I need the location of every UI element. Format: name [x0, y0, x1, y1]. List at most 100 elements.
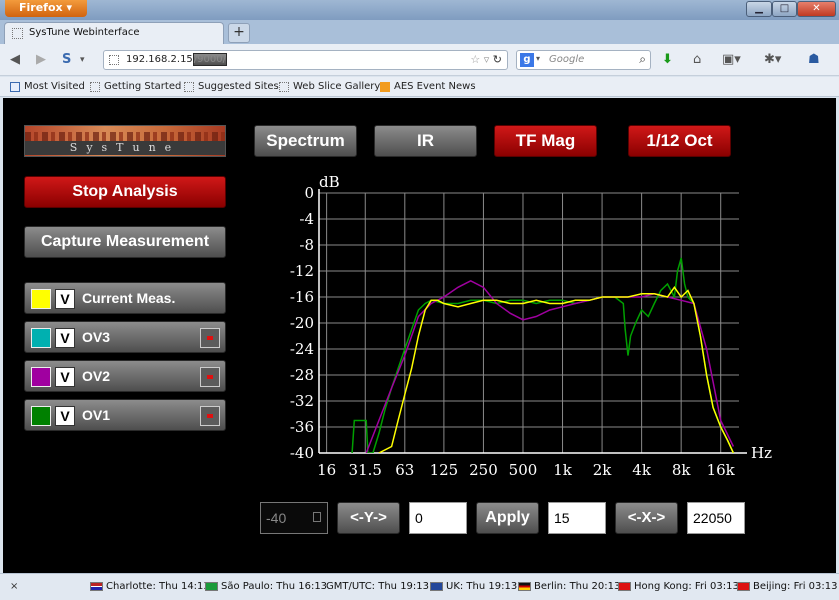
- clock-text: Berlin: Thu 20:13: [534, 581, 621, 592]
- color-swatch[interactable]: [31, 289, 51, 309]
- chevron-down-icon[interactable]: ▾: [536, 54, 540, 63]
- color-swatch[interactable]: [31, 406, 51, 426]
- firefox-menu-label: Firefox: [19, 1, 63, 14]
- bookmark-getting-started[interactable]: Getting Started: [90, 81, 181, 92]
- x-max-input[interactable]: 22050: [687, 502, 745, 534]
- bookmark-label: Getting Started: [104, 81, 182, 92]
- series-line: [351, 257, 735, 453]
- clock-text: Hong Kong: Fri 03:13: [634, 581, 739, 592]
- transfer-function-plot[interactable]: 0 -4 -8 -12 -16 -20 -24 -28 -32 -36 -4016 31.5 63 125…: [275, 173, 795, 493]
- maximize-button[interactable]: □: [772, 1, 797, 17]
- delete-icon: [207, 336, 213, 340]
- color-swatch[interactable]: [31, 367, 51, 387]
- clock-uk: UK: Thu 19:13: [430, 581, 517, 592]
- spectrum-button[interactable]: Spectrum: [254, 125, 357, 157]
- bookmark-aes-event-news[interactable]: AES Event News: [380, 81, 476, 92]
- forward-arrow-icon[interactable]: ▶: [36, 52, 46, 67]
- apply-button[interactable]: Apply: [476, 502, 539, 534]
- tab-strip: SysTune Webinterface +: [0, 20, 839, 44]
- measurement-row-ov1[interactable]: V OV1: [24, 399, 226, 431]
- systune-app: SysTune Spectrum IR TF Mag 1/12 Oct Stop…: [3, 98, 836, 573]
- back-arrow-icon[interactable]: ◀: [10, 52, 20, 67]
- y-tick-label: -16: [290, 288, 314, 306]
- close-window-button[interactable]: ✕: [797, 1, 836, 17]
- y-axis-label: dB: [319, 173, 340, 191]
- page-icon: [109, 55, 119, 65]
- visibility-toggle[interactable]: V: [55, 406, 75, 426]
- octave-smoothing-button[interactable]: 1/12 Oct: [628, 125, 731, 157]
- delete-icon: [207, 375, 213, 379]
- bookmark-suggested-sites[interactable]: Suggested Sites: [184, 81, 279, 92]
- y-tick-label: -20: [290, 314, 314, 332]
- google-icon[interactable]: g: [520, 53, 534, 67]
- tab-systune[interactable]: SysTune Webinterface: [4, 22, 224, 44]
- delete-measurement-button[interactable]: [200, 328, 220, 348]
- measurement-label: OV1: [82, 407, 111, 423]
- title-bar: Firefox ▾ ▁ □ ✕: [0, 0, 839, 20]
- delete-measurement-button[interactable]: [200, 406, 220, 426]
- firefox-menu-button[interactable]: Firefox ▾: [5, 0, 87, 17]
- url-path: /9000/: [192, 53, 227, 66]
- url-host: 192.168.2.15: [126, 54, 193, 65]
- x-axis-label: Hz: [751, 444, 772, 462]
- y-tick-label: -28: [290, 366, 314, 384]
- search-input[interactable]: g ▾ Google ⌕: [516, 50, 651, 70]
- delete-icon: [207, 414, 213, 418]
- tab-title: SysTune Webinterface: [29, 27, 140, 38]
- new-tab-button[interactable]: +: [228, 23, 250, 43]
- bookmark-label: AES Event News: [394, 81, 476, 92]
- chevron-down-icon[interactable]: ▾: [80, 55, 85, 65]
- y-tick-label: -4: [299, 210, 314, 228]
- tf-mag-button[interactable]: TF Mag: [494, 125, 597, 157]
- y-tick-label: -32: [290, 392, 314, 410]
- y-tick-label: -24: [290, 340, 314, 358]
- minimize-button[interactable]: ▁: [746, 1, 772, 17]
- dropdown-icon[interactable]: ▿: [484, 53, 490, 66]
- brazil-flag-icon: [205, 582, 218, 591]
- y-min-input[interactable]: -40: [260, 502, 328, 534]
- color-swatch[interactable]: [31, 328, 51, 348]
- addon-badge-icon[interactable]: ☗: [808, 52, 820, 67]
- search-icon[interactable]: ⌕: [639, 52, 646, 67]
- visibility-toggle[interactable]: V: [55, 328, 75, 348]
- bookmarks-menu-icon[interactable]: ▣▾: [722, 52, 741, 67]
- ir-button[interactable]: IR: [374, 125, 477, 157]
- bookmark-most-visited[interactable]: Most Visited: [10, 81, 85, 92]
- x-tick-label: 1k: [553, 461, 573, 479]
- identity-icon[interactable]: S: [62, 52, 71, 67]
- spinner-icon[interactable]: [313, 512, 321, 522]
- visibility-toggle[interactable]: V: [55, 289, 75, 309]
- x-tick-label: 31.5: [349, 461, 382, 479]
- x-range-button[interactable]: <-X->: [615, 502, 678, 534]
- clock-charlotte: Charlotte: Thu 14:13: [90, 581, 210, 592]
- star-icon[interactable]: ☆: [470, 53, 480, 66]
- bookmark-page-icon: [184, 82, 194, 92]
- systune-logo: SysTune: [24, 125, 226, 157]
- url-bar[interactable]: 192.168.2.15/9000/ ☆ ▿ ↻: [103, 50, 508, 70]
- download-icon[interactable]: ⬇: [662, 52, 673, 67]
- x-tick-label: 63: [395, 461, 414, 479]
- navigation-bar: ◀ ▶ S ▾ 192.168.2.15/9000/ ☆ ▿ ↻ g ▾ Goo…: [0, 44, 839, 76]
- rss-feed-icon: [380, 82, 390, 92]
- clock-beijing: Beijing: Fri 03:13: [737, 581, 838, 592]
- bookmark-web-slice-gallery[interactable]: Web Slice Gallery: [279, 81, 380, 92]
- capture-measurement-button[interactable]: Capture Measurement: [24, 226, 226, 258]
- measurement-row-ov2[interactable]: V OV2: [24, 360, 226, 392]
- measurement-row-current[interactable]: V Current Meas.: [24, 282, 226, 314]
- close-status-icon[interactable]: ×: [10, 581, 18, 592]
- visibility-toggle[interactable]: V: [55, 367, 75, 387]
- reload-icon[interactable]: ↻: [493, 53, 502, 66]
- delete-measurement-button[interactable]: [200, 367, 220, 387]
- y-max-input[interactable]: 0: [409, 502, 467, 534]
- x-tick-label: 8k: [672, 461, 692, 479]
- x-min-input[interactable]: 15: [548, 502, 606, 534]
- y-range-button[interactable]: <-Y->: [337, 502, 400, 534]
- home-icon[interactable]: ⌂: [693, 52, 701, 67]
- clock-text: UK: Thu 19:13: [446, 581, 518, 592]
- stop-analysis-button[interactable]: Stop Analysis: [24, 176, 226, 208]
- addon-icon[interactable]: ✱▾: [764, 52, 781, 67]
- clock-sao-paulo: São Paulo: Thu 16:13: [205, 581, 327, 592]
- url-bar-icons: ☆ ▿ ↻: [470, 53, 502, 66]
- y-tick-label: 0: [304, 184, 314, 202]
- measurement-row-ov3[interactable]: V OV3: [24, 321, 226, 353]
